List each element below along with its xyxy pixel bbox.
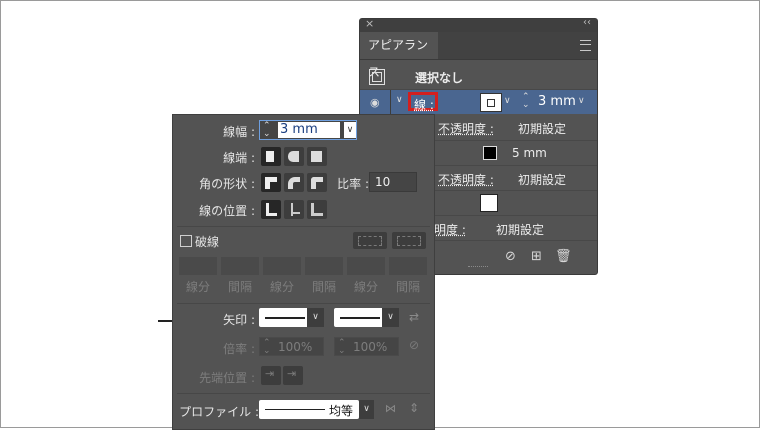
- gap-field[interactable]: [389, 257, 427, 275]
- weight-dropdown-icon[interactable]: ∨: [344, 122, 356, 138]
- miter-join-button[interactable]: [261, 173, 281, 192]
- visibility-eye-icon[interactable]: ◉: [370, 96, 380, 109]
- appearance-header-row: 選択なし: [360, 64, 597, 88]
- tab-appearance[interactable]: アピアランス: [360, 32, 438, 79]
- weight-field[interactable]: ⌃ ⌄ 3 mm ∨: [259, 120, 357, 140]
- stroke-attribute-row[interactable]: ◉ ∨ 線 : ∨ ⌃ ⌄ 3 mm ∨: [360, 90, 597, 114]
- weight-stepper-icon[interactable]: ⌃ ⌄: [263, 122, 271, 139]
- corner-label: 角の形状 :: [199, 177, 255, 191]
- swatch-dropdown-icon[interactable]: ∨: [504, 96, 511, 106]
- opacity-value: 初期設定: [518, 173, 567, 187]
- align-dash-corners-button[interactable]: [392, 232, 426, 249]
- profile-select[interactable]: 均等: [259, 400, 359, 419]
- dash-label: 線分: [185, 280, 210, 294]
- profile-value: 均等: [329, 404, 354, 418]
- butt-cap-button[interactable]: [261, 147, 281, 166]
- limit-value[interactable]: 10: [375, 175, 390, 189]
- panel-tab-row: アピアランス: [360, 32, 597, 79]
- panel-menu-icon[interactable]: [580, 40, 591, 51]
- flip-horizontal-icon[interactable]: ⋈: [385, 402, 396, 415]
- dash-field[interactable]: [263, 257, 301, 275]
- stroke-link-label[interactable]: 線 :: [414, 96, 434, 113]
- stroke-panel: 線幅 : ⌃ ⌄ 3 mm ∨ 線端 : 角の形状 : 比率 : 10 線の位置 …: [172, 114, 435, 430]
- arrow-label: 矢印 :: [223, 313, 255, 327]
- gap-field[interactable]: [221, 257, 259, 275]
- start-scale-value[interactable]: 100%: [278, 340, 312, 354]
- weight-input[interactable]: 3 mm: [278, 122, 340, 138]
- align-center-button[interactable]: [261, 200, 281, 219]
- start-arrow-dropdown[interactable]: ∨: [307, 308, 324, 327]
- stroke-label-highlight[interactable]: 線 :: [408, 92, 438, 113]
- clear-appearance-icon[interactable]: ⊘: [505, 249, 516, 264]
- weight-label: 線幅 :: [223, 125, 255, 139]
- scale-stepper-icon[interactable]: ⌃ ⌄: [338, 339, 346, 356]
- scale-stepper-icon[interactable]: ⌃ ⌄: [263, 339, 271, 356]
- scale-label: 倍率 :: [223, 342, 255, 356]
- weight-stepper-icon[interactable]: ⌃ ⌄: [522, 93, 530, 110]
- end-scale-value[interactable]: 100%: [353, 340, 387, 354]
- gap-field[interactable]: [305, 257, 343, 275]
- end-arrow-dropdown[interactable]: ∨: [382, 308, 399, 327]
- end-scale-field[interactable]: ⌃ ⌄ 100%: [334, 337, 399, 356]
- collapse-icon[interactable]: ‹‹: [583, 19, 591, 28]
- arrow-tip-beyond-button[interactable]: ⇥: [261, 366, 281, 385]
- profile-label: プロファイル :: [179, 405, 259, 419]
- dash-label: 線分: [269, 280, 294, 294]
- limit-field[interactable]: 10: [369, 172, 417, 192]
- arrow-align-label: 先端位置 :: [199, 371, 255, 385]
- limit-label: 比率 :: [337, 177, 369, 191]
- fill-color-swatch[interactable]: [483, 146, 497, 160]
- link-scale-icon[interactable]: ⊘: [409, 338, 419, 352]
- cap-label: 線端 :: [223, 151, 255, 165]
- align-inside-button[interactable]: [284, 200, 304, 219]
- align-label: 線の位置 :: [199, 204, 255, 218]
- duplicate-item-icon[interactable]: ⊞: [531, 249, 542, 264]
- stroke-weight-value[interactable]: 3 mm: [538, 94, 576, 109]
- expand-chevron-icon[interactable]: ∨: [396, 95, 403, 105]
- dashed-line-label[interactable]: 破線: [195, 233, 219, 250]
- gap-label: 間隔: [311, 280, 336, 294]
- align-outside-button[interactable]: [307, 200, 327, 219]
- gap-label: 間隔: [227, 280, 252, 294]
- no-selection-swatch-icon: [369, 69, 385, 85]
- opacity-value: 初期設定: [518, 122, 567, 136]
- dashed-line-checkbox[interactable]: [180, 235, 192, 247]
- round-cap-button[interactable]: [284, 147, 304, 166]
- artwork-stroke-segment[interactable]: [158, 320, 172, 322]
- preserve-dash-button[interactable]: [353, 232, 387, 249]
- round-join-button[interactable]: [284, 173, 304, 192]
- weight-dropdown-icon[interactable]: ∨: [578, 96, 585, 106]
- panel-title-bar[interactable]: × ‹‹: [360, 19, 597, 32]
- fill-white-swatch[interactable]: [480, 194, 498, 212]
- opacity-label[interactable]: 不透明度 :: [438, 171, 494, 188]
- dash-field[interactable]: [179, 257, 217, 275]
- swap-arrows-icon[interactable]: ⇄: [409, 310, 419, 324]
- profile-dropdown[interactable]: ∨: [359, 400, 374, 419]
- opacity-value: 初期設定: [496, 223, 545, 237]
- close-icon[interactable]: ×: [365, 19, 374, 30]
- arrow-tip-at-end-button[interactable]: ⇥: [283, 366, 303, 385]
- start-scale-field[interactable]: ⌃ ⌄ 100%: [259, 337, 324, 356]
- delete-item-icon[interactable]: 🗑: [555, 249, 572, 264]
- dash-field[interactable]: [347, 257, 385, 275]
- projecting-cap-button[interactable]: [307, 147, 327, 166]
- gap-label: 間隔: [395, 280, 420, 294]
- resize-grip[interactable]: [468, 266, 488, 269]
- fill-size-value: 5 mm: [512, 146, 547, 160]
- dash-label: 線分: [353, 280, 378, 294]
- opacity-label[interactable]: 不透明度 :: [438, 120, 494, 137]
- selection-status: 選択なし: [415, 71, 464, 85]
- bevel-join-button[interactable]: [307, 173, 327, 192]
- flip-vertical-icon[interactable]: ⇕: [409, 401, 419, 415]
- stroke-color-swatch[interactable]: [480, 93, 502, 112]
